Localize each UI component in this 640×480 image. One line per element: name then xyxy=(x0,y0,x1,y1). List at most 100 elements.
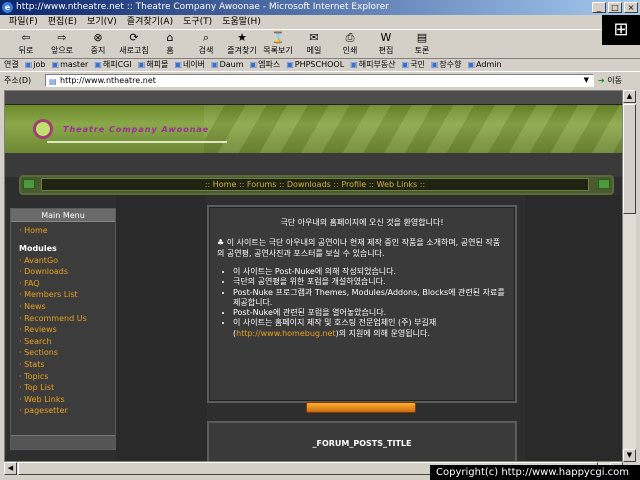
site-banner-text: Theatre Company Awoonae xyxy=(63,125,210,134)
site-logo-icon[interactable] xyxy=(33,119,53,139)
history-button[interactable]: ⌛ 목록보기 xyxy=(262,31,294,58)
module-web-links[interactable]: Web Links xyxy=(19,394,115,406)
links-bar: 연결 job master 해피CGI 해피몰 네이버 Daum 엠파스 PHP… xyxy=(0,58,640,72)
favorites-button[interactable]: ★ 즐겨찾기 xyxy=(226,31,258,58)
module-faq[interactable]: FAQ xyxy=(19,278,115,290)
links-label: 연결 xyxy=(4,60,19,69)
maximize-button[interactable]: □ xyxy=(608,2,622,13)
module-news[interactable]: News xyxy=(19,301,115,313)
nav-profile[interactable]: Profile xyxy=(341,180,366,189)
vertical-scrollbar[interactable]: ▲ ▼ xyxy=(623,90,636,462)
forum-posts-block: _FORUM_POSTS_TITLE xyxy=(207,421,517,461)
menubar: 파일(F) 편집(E) 보기(V) 즐겨찾기(A) 도구(T) 도움말(H) xyxy=(0,15,640,30)
site-description: ♣ 이 사이트는 극단 아우내의 공연이나 현재 제작 중인 작품을 소개하며,… xyxy=(217,238,501,258)
address-input[interactable]: ▤ http://www.ntheatre.net ▼ xyxy=(45,74,594,87)
edit-button[interactable]: W 편집 xyxy=(370,31,402,58)
module-members-list[interactable]: Members List xyxy=(19,289,115,301)
scroll-left-icon[interactable]: ◀ xyxy=(4,462,17,475)
link-item[interactable]: 해피몰 xyxy=(138,59,168,71)
module-downloads[interactable]: Downloads xyxy=(19,266,115,278)
edit-icon: W xyxy=(380,31,392,44)
module-pagesetter[interactable]: pagesetter xyxy=(19,405,115,417)
nav-downloads[interactable]: Downloads xyxy=(287,180,331,189)
link-item[interactable]: Daum xyxy=(211,59,244,71)
close-button[interactable]: × xyxy=(624,2,638,13)
go-label: 이동 xyxy=(607,76,622,85)
scroll-up-icon[interactable]: ▲ xyxy=(623,90,636,103)
mail-button[interactable]: ✉ 메일 xyxy=(298,31,330,58)
module-topics[interactable]: Topics xyxy=(19,371,115,383)
main-menu-title: Main Menu xyxy=(11,209,115,222)
forum-posts-title: _FORUM_POSTS_TITLE xyxy=(312,439,412,448)
go-button[interactable]: ➔ 이동 xyxy=(598,74,622,87)
navbar-right-cap-icon xyxy=(598,179,610,189)
module-top-list[interactable]: Top List xyxy=(19,382,115,394)
feature-list: 이 사이트는 Post-Nuke에 의해 작성되었습니다. 극단의 공연평을 위… xyxy=(215,267,509,339)
module-recommend-us[interactable]: Recommend Us xyxy=(19,313,115,325)
link-item[interactable]: PHPSCHOOL xyxy=(286,59,344,71)
link-item[interactable]: 엠파스 xyxy=(250,59,280,71)
status-text: Copyright(c) http://www.happycgi.com xyxy=(430,465,640,480)
link-item[interactable]: 네이버 xyxy=(174,59,205,71)
search-button[interactable]: ⌕ 검색 xyxy=(190,31,222,58)
print-icon: ⎙ xyxy=(345,31,355,44)
home-icon: ⌂ xyxy=(166,31,174,44)
window-title: http://www.ntheatre.net :: Theatre Compa… xyxy=(16,2,389,12)
module-avantgo[interactable]: AvantGo xyxy=(19,255,115,267)
header-mid-strip xyxy=(5,153,622,177)
discuss-button[interactable]: ▤ 토론 xyxy=(406,31,438,58)
menu-tools[interactable]: 도구(T) xyxy=(178,15,217,29)
back-button[interactable]: ⇦ 뒤로 xyxy=(10,31,42,58)
nav-web-links[interactable]: Web Links xyxy=(377,180,418,189)
menu-file[interactable]: 파일(F) xyxy=(4,15,43,29)
print-button[interactable]: ⎙ 인쇄 xyxy=(334,31,366,58)
home-button[interactable]: ⌂ 홈 xyxy=(154,31,186,58)
link-item[interactable]: 해피CGI xyxy=(94,59,132,71)
address-dropdown-icon[interactable]: ▼ xyxy=(584,75,589,86)
forward-button[interactable]: ⇨ 앞으로 xyxy=(46,31,78,58)
history-icon: ⌛ xyxy=(271,31,285,44)
homebug-link[interactable]: http://www.homebug.net xyxy=(236,329,336,338)
modules-heading: Modules xyxy=(19,243,57,253)
module-reviews[interactable]: Reviews xyxy=(19,324,115,336)
page-icon: ▤ xyxy=(49,77,57,86)
list-item: 이 사이트는 Post-Nuke에 의해 작성되었습니다. xyxy=(233,267,509,277)
vertical-scroll-thumb[interactable] xyxy=(623,104,636,214)
menu-home[interactable]: Home xyxy=(19,225,115,237)
menu-favorites[interactable]: 즐겨찾기(A) xyxy=(122,15,178,29)
menu-view[interactable]: 보기(V) xyxy=(82,15,122,29)
toolbar: ⇦ 뒤로 ⇨ 앞으로 ⊗ 중지 ⟳ 새로고침 ⌂ 홈 ⌕ 검색 ★ 즐겨찾기 ⌛ 목록보기 ✉ 메… xyxy=(0,31,600,58)
list-item: 극단의 공연평을 위한 포럼을 개설하였습니다. xyxy=(233,277,509,287)
nav-forums[interactable]: Forums xyxy=(247,180,277,189)
back-icon: ⇦ xyxy=(21,31,31,44)
menu-edit[interactable]: 편집(E) xyxy=(43,15,82,29)
scroll-down-icon[interactable]: ▼ xyxy=(623,449,636,462)
window-titlebar[interactable]: e http://www.ntheatre.net :: Theatre Com… xyxy=(0,0,640,15)
nav-home[interactable]: Home xyxy=(213,180,237,189)
windows-logo-icon: ⊞ xyxy=(602,15,640,45)
forward-icon: ⇨ xyxy=(57,31,67,44)
block-separator-bar xyxy=(306,402,416,413)
module-stats[interactable]: Stats xyxy=(19,359,115,371)
link-item[interactable]: master xyxy=(52,59,88,71)
module-search[interactable]: Search xyxy=(19,336,115,348)
link-item[interactable]: job xyxy=(25,59,45,71)
module-sections[interactable]: Sections xyxy=(19,347,115,359)
banner-divider xyxy=(47,141,227,143)
menu-help[interactable]: 도움말(H) xyxy=(217,15,266,29)
page-viewport[interactable]: Theatre Company Awoonae :: Home :: Forum… xyxy=(4,90,623,462)
main-menu-footer xyxy=(11,435,115,449)
navbar-left-cap-icon xyxy=(23,179,35,189)
refresh-button[interactable]: ⟳ 새로고침 xyxy=(118,31,150,58)
link-item[interactable]: 해피부동산 xyxy=(350,59,396,71)
link-item[interactable]: 장수향 xyxy=(431,59,461,71)
right-gutter xyxy=(525,195,622,461)
link-item[interactable]: Admin xyxy=(467,59,502,71)
link-item[interactable]: 국민 xyxy=(402,59,425,71)
minimize-button[interactable]: _ xyxy=(592,2,606,13)
banner-texture xyxy=(204,105,622,153)
discuss-icon: ▤ xyxy=(416,31,428,44)
welcome-block: 극단 아우내의 홈페이지에 오신 것을 환영합니다! ♣ 이 사이트는 극단 아… xyxy=(207,205,517,403)
stop-button[interactable]: ⊗ 중지 xyxy=(82,31,114,58)
left-gutter xyxy=(116,195,207,461)
